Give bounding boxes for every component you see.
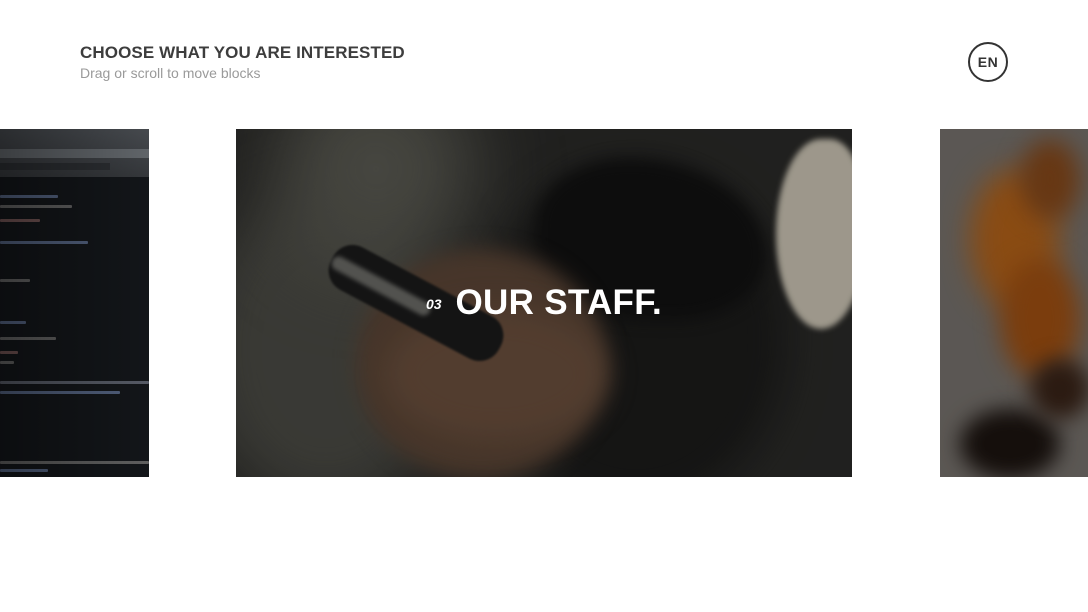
language-button[interactable]: EN: [968, 42, 1008, 82]
page-subtitle: Drag or scroll to move blocks: [80, 65, 261, 81]
block-number: 03: [425, 296, 442, 312]
blocks-carousel[interactable]: 03 OUR STAFF.: [0, 129, 1088, 477]
language-label: EN: [977, 54, 999, 70]
carousel-block-our-staff[interactable]: 03 OUR STAFF.: [236, 129, 852, 477]
block-label: 03 OUR STAFF.: [236, 129, 852, 477]
carousel-block-smoke[interactable]: [940, 129, 1088, 477]
page-header: CHOOSE WHAT YOU ARE INTERESTED Drag or s…: [80, 43, 405, 82]
carousel-block-code[interactable]: [0, 129, 149, 477]
page: CHOOSE WHAT YOU ARE INTERESTED Drag or s…: [0, 0, 1088, 612]
page-title: CHOOSE WHAT YOU ARE INTERESTED: [80, 43, 405, 62]
block-title: OUR STAFF.: [455, 283, 663, 322]
